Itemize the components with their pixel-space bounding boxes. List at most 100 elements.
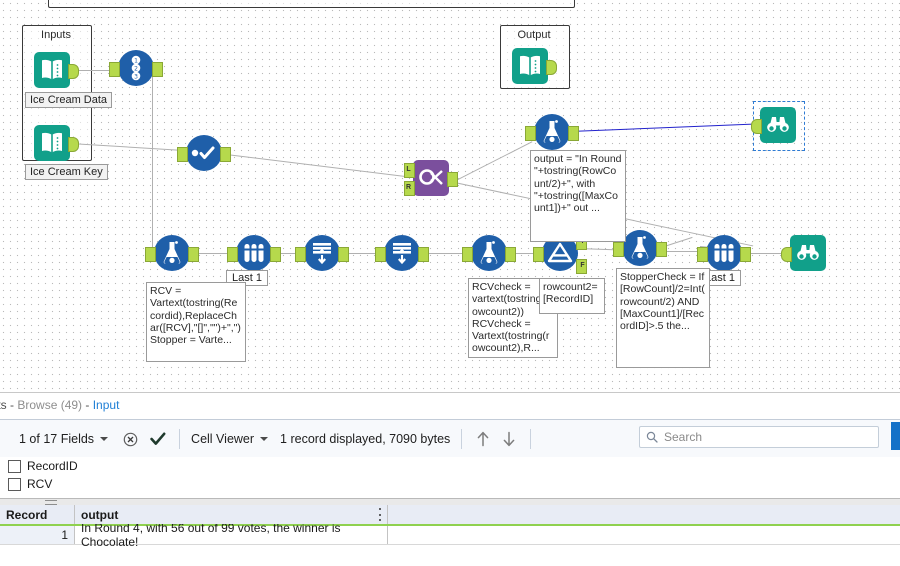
inputs-container-title: Inputs	[41, 29, 71, 41]
formula-flask-icon	[534, 114, 570, 150]
input-anchor[interactable]	[697, 247, 708, 262]
partial-container-top[interactable]	[48, 0, 575, 8]
tool-union-1[interactable]	[295, 235, 349, 271]
input-anchor[interactable]	[109, 62, 120, 77]
tool-browse-selected[interactable]	[751, 107, 796, 143]
output-anchor[interactable]	[505, 247, 516, 262]
input-anchor-right-label: R	[405, 184, 412, 191]
input-anchor[interactable]	[177, 147, 188, 162]
cell-output: In Round 4, with 56 out of 99 votes, the…	[75, 521, 388, 549]
input-anchor[interactable]	[295, 247, 306, 262]
union-icon	[304, 235, 340, 271]
chevron-down-icon	[260, 437, 269, 441]
output-anchor[interactable]	[68, 137, 79, 152]
sample-tubes-icon	[706, 235, 742, 271]
tool-formula-top[interactable]	[525, 114, 579, 150]
input-anchor-left-label: L	[406, 166, 411, 173]
checkmark-icon[interactable]	[148, 429, 168, 449]
record-status-text: 1 record displayed, 7090 bytes	[280, 432, 451, 446]
tool-sample-2[interactable]	[697, 235, 751, 271]
tool-select[interactable]	[177, 135, 231, 171]
input-anchor[interactable]	[533, 247, 544, 262]
results-tabbar[interactable]: ults - Browse (49) - Input	[0, 392, 900, 420]
output-anchor[interactable]	[68, 64, 79, 79]
input-anchor[interactable]	[375, 247, 386, 262]
output-anchor[interactable]	[418, 247, 429, 262]
output-anchor[interactable]	[188, 247, 199, 262]
fields-dropdown[interactable]: 1 of 17 Fields	[19, 432, 109, 446]
input-anchor[interactable]	[227, 247, 238, 262]
results-tab-prefix: ults	[0, 398, 7, 412]
tool-join[interactable]: L R	[404, 160, 458, 196]
svg-text:1: 1	[134, 58, 138, 65]
results-tab-label[interactable]: ults - Browse (49) - Input	[0, 398, 119, 412]
input-anchor[interactable]	[462, 247, 473, 262]
table-row[interactable]: 1 In Round 4, with 56 out of 99 votes, t…	[0, 521, 900, 549]
fields-dropdown-label: 1 of 17 Fields	[19, 432, 95, 446]
field-name: RecordID	[27, 459, 78, 473]
tool-formula-1[interactable]	[145, 235, 199, 271]
tool-union-2[interactable]	[375, 235, 429, 271]
results-tab-browse[interactable]: Browse (49)	[17, 398, 82, 412]
output-anchor[interactable]	[220, 147, 231, 162]
input-anchor[interactable]	[751, 119, 762, 134]
output-anchor[interactable]	[568, 126, 579, 141]
formula-annotation-rcv: RCV = Vartext(tostring(Recordid),Replace…	[146, 282, 246, 362]
record-id-icon: 1 2 3	[118, 50, 154, 86]
tool-input-ice-cream-key[interactable]	[34, 125, 79, 161]
tool-sample-1[interactable]	[227, 235, 281, 271]
formula-flask-icon	[154, 235, 190, 271]
results-panel: ults - Browse (49) - Input 1 of 17 Field…	[0, 392, 900, 566]
tool-record-id[interactable]: 1 2 3	[109, 50, 163, 86]
input-anchor[interactable]	[613, 242, 624, 257]
workflow-canvas[interactable]: Inputs Output Ice Cream Data Ice Cream K…	[0, 0, 900, 392]
results-tab-suffix[interactable]: Input	[93, 398, 120, 412]
input-anchor[interactable]	[781, 247, 792, 262]
sample-tubes-icon	[236, 235, 272, 271]
output-anchor[interactable]	[152, 62, 163, 77]
output-anchor-false-label: F	[580, 262, 585, 269]
column-menu-icon[interactable]	[378, 508, 381, 521]
cell-viewer-dropdown[interactable]: Cell Viewer	[191, 432, 269, 446]
column-header-record[interactable]: Record	[0, 505, 75, 524]
field-checkbox[interactable]	[8, 459, 21, 473]
arrow-down-icon[interactable]	[499, 429, 519, 449]
formula-flask-icon	[622, 230, 658, 266]
wire-join-to-formulatop	[450, 141, 533, 184]
output-anchor[interactable]	[656, 242, 667, 257]
tool-formula-2[interactable]	[462, 235, 516, 271]
input-anchor[interactable]	[525, 126, 536, 141]
results-action-button[interactable]	[891, 422, 900, 450]
wire-select-to-join	[217, 153, 412, 178]
column-header-output[interactable]: output	[75, 505, 388, 524]
list-item[interactable]: RecordID	[0, 457, 900, 475]
tool-formula-3[interactable]	[613, 230, 667, 266]
formula-annotation-stoppercheck: StopperCheck = If [RowCount]/2=Int(rowco…	[616, 268, 710, 368]
svg-text:3: 3	[134, 74, 138, 81]
output-anchor[interactable]	[338, 247, 349, 262]
chevron-down-icon	[100, 437, 109, 441]
toolbar-divider-2	[461, 429, 463, 449]
tool-browse-end[interactable]	[781, 235, 826, 271]
browse-binoculars-icon	[760, 107, 796, 143]
output-anchor[interactable]	[546, 60, 557, 75]
input-anchor[interactable]	[145, 247, 156, 262]
search-input[interactable]: Search	[639, 426, 879, 448]
arrow-up-icon[interactable]	[473, 429, 493, 449]
field-checkbox[interactable]	[8, 477, 21, 491]
ice-cream-key-label: Ice Cream Key	[25, 164, 108, 180]
formula-annotation-rowcount2: rowcount2=[RecordID]	[539, 278, 605, 314]
output-anchor[interactable]	[740, 247, 751, 262]
list-item[interactable]: RCV	[0, 475, 900, 493]
field-list[interactable]: RecordID RCV	[0, 457, 900, 499]
tool-output-data[interactable]	[512, 48, 557, 84]
data-grid[interactable]: Record output 1 In Round 4, with 56 out …	[0, 505, 900, 566]
clear-circle-x-icon[interactable]	[120, 429, 140, 449]
output-container-title: Output	[517, 29, 551, 41]
field-name: RCV	[27, 477, 53, 491]
output-anchor[interactable]	[270, 247, 281, 262]
wire-recordid-vertical	[152, 69, 154, 254]
output-anchor[interactable]	[447, 172, 458, 187]
input-data-icon	[34, 125, 70, 161]
tool-input-ice-cream-data[interactable]	[34, 52, 79, 88]
